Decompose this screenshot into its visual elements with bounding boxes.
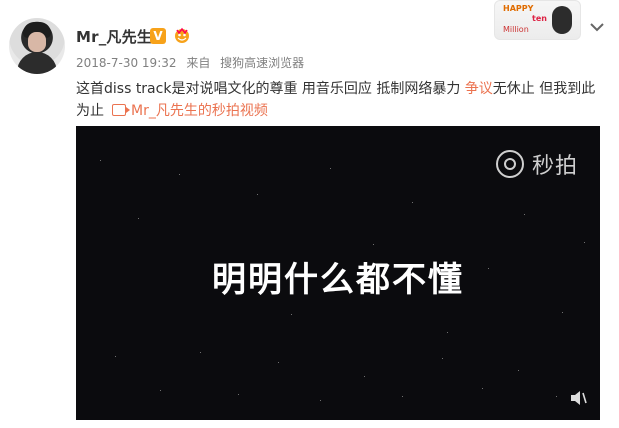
avatar-body: [17, 52, 57, 74]
username[interactable]: Mr_凡先生: [76, 26, 152, 47]
sticker-text-3: Million: [503, 25, 529, 34]
post-meta: 2018-7-30 19:32 来自 搜狗高速浏览器: [76, 54, 304, 71]
verified-badge-icon: V: [150, 28, 166, 44]
video-player[interactable]: 秒拍 明明什么都不懂: [76, 126, 600, 420]
header-sticker: HAPPY ten Million: [494, 0, 581, 40]
video-icon: [112, 104, 130, 116]
sticker-face-image: [552, 6, 572, 34]
post-time[interactable]: 2018-7-30 19:32: [76, 56, 177, 70]
miaopai-watermark: 秒拍: [495, 148, 578, 180]
video-caption: 明明什么都不懂: [212, 260, 464, 300]
post-text: 这首diss track是对说唱文化的尊重 用音乐回应 抵制网络暴力 争议无休止…: [76, 78, 606, 122]
sticker-text-1: HAPPY: [503, 4, 534, 13]
avatar[interactable]: [9, 18, 65, 74]
camera-icon: [495, 150, 524, 178]
avatar-face: [28, 32, 46, 52]
post-text-before: 这首diss track是对说唱文化的尊重 用音乐回应 抵制网络暴力: [76, 81, 465, 97]
sticker-text-2: ten: [532, 14, 547, 23]
watermark-text: 秒拍: [531, 154, 578, 179]
video-link-label[interactable]: Mr_凡先生的秒拍视频: [131, 103, 268, 119]
topic-link[interactable]: 争议: [465, 81, 493, 97]
post-source[interactable]: 搜狗高速浏览器: [220, 56, 304, 70]
speaker-muted-icon[interactable]: [570, 390, 588, 406]
vip-badge-icon: [175, 27, 189, 43]
video-link[interactable]: Mr_凡先生的秒拍视频: [112, 103, 268, 119]
chevron-down-icon[interactable]: [590, 22, 604, 32]
source-prefix: 来自: [186, 56, 211, 70]
